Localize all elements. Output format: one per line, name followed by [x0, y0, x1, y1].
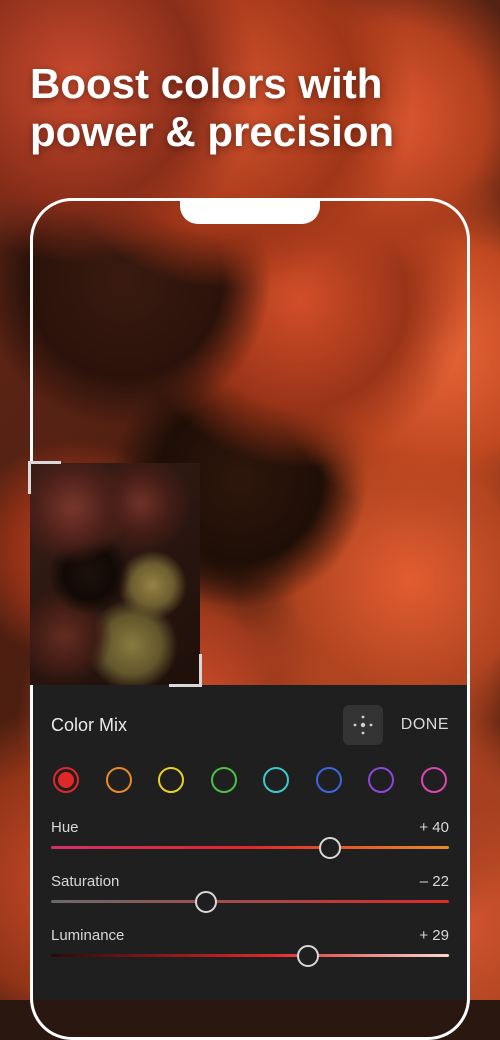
- saturation-slider-row: Saturation – 22: [51, 873, 449, 903]
- luminance-slider[interactable]: [51, 954, 449, 957]
- swatch-green[interactable]: [211, 767, 237, 793]
- hue-slider[interactable]: [51, 846, 449, 849]
- hue-value: + 40: [419, 819, 449, 836]
- swatch-magenta[interactable]: [421, 767, 447, 793]
- panel-header: Color Mix DONE: [51, 705, 449, 745]
- done-button[interactable]: DONE: [401, 716, 449, 734]
- saturation-label: Saturation: [51, 873, 119, 890]
- color-swatch-row: [51, 767, 449, 793]
- swatch-red[interactable]: [53, 767, 79, 793]
- luminance-slider-thumb[interactable]: [297, 945, 319, 967]
- swatch-purple[interactable]: [368, 767, 394, 793]
- swatch-orange[interactable]: [106, 767, 132, 793]
- hue-slider-thumb[interactable]: [319, 837, 341, 859]
- saturation-slider[interactable]: [51, 900, 449, 903]
- saturation-slider-thumb[interactable]: [195, 891, 217, 913]
- swatch-yellow[interactable]: [158, 767, 184, 793]
- panel-title: Color Mix: [51, 715, 127, 736]
- before-thumbnail: [30, 463, 200, 685]
- targeted-adjustment-button[interactable]: [343, 705, 383, 745]
- hue-slider-row: Hue + 40: [51, 819, 449, 849]
- luminance-value: + 29: [419, 927, 449, 944]
- phone-notch: [180, 198, 320, 224]
- hue-label: Hue: [51, 819, 79, 836]
- panel-header-actions: DONE: [343, 705, 449, 745]
- color-mix-panel: Color Mix DONE Hue + 40 Satur: [33, 685, 467, 1000]
- marketing-headline: Boost colors with power & precision: [30, 60, 470, 157]
- luminance-slider-row: Luminance + 29: [51, 927, 449, 957]
- swatch-blue[interactable]: [316, 767, 342, 793]
- swatch-aqua[interactable]: [263, 767, 289, 793]
- saturation-value: – 22: [420, 873, 449, 890]
- luminance-label: Luminance: [51, 927, 124, 944]
- move-icon: [351, 713, 375, 737]
